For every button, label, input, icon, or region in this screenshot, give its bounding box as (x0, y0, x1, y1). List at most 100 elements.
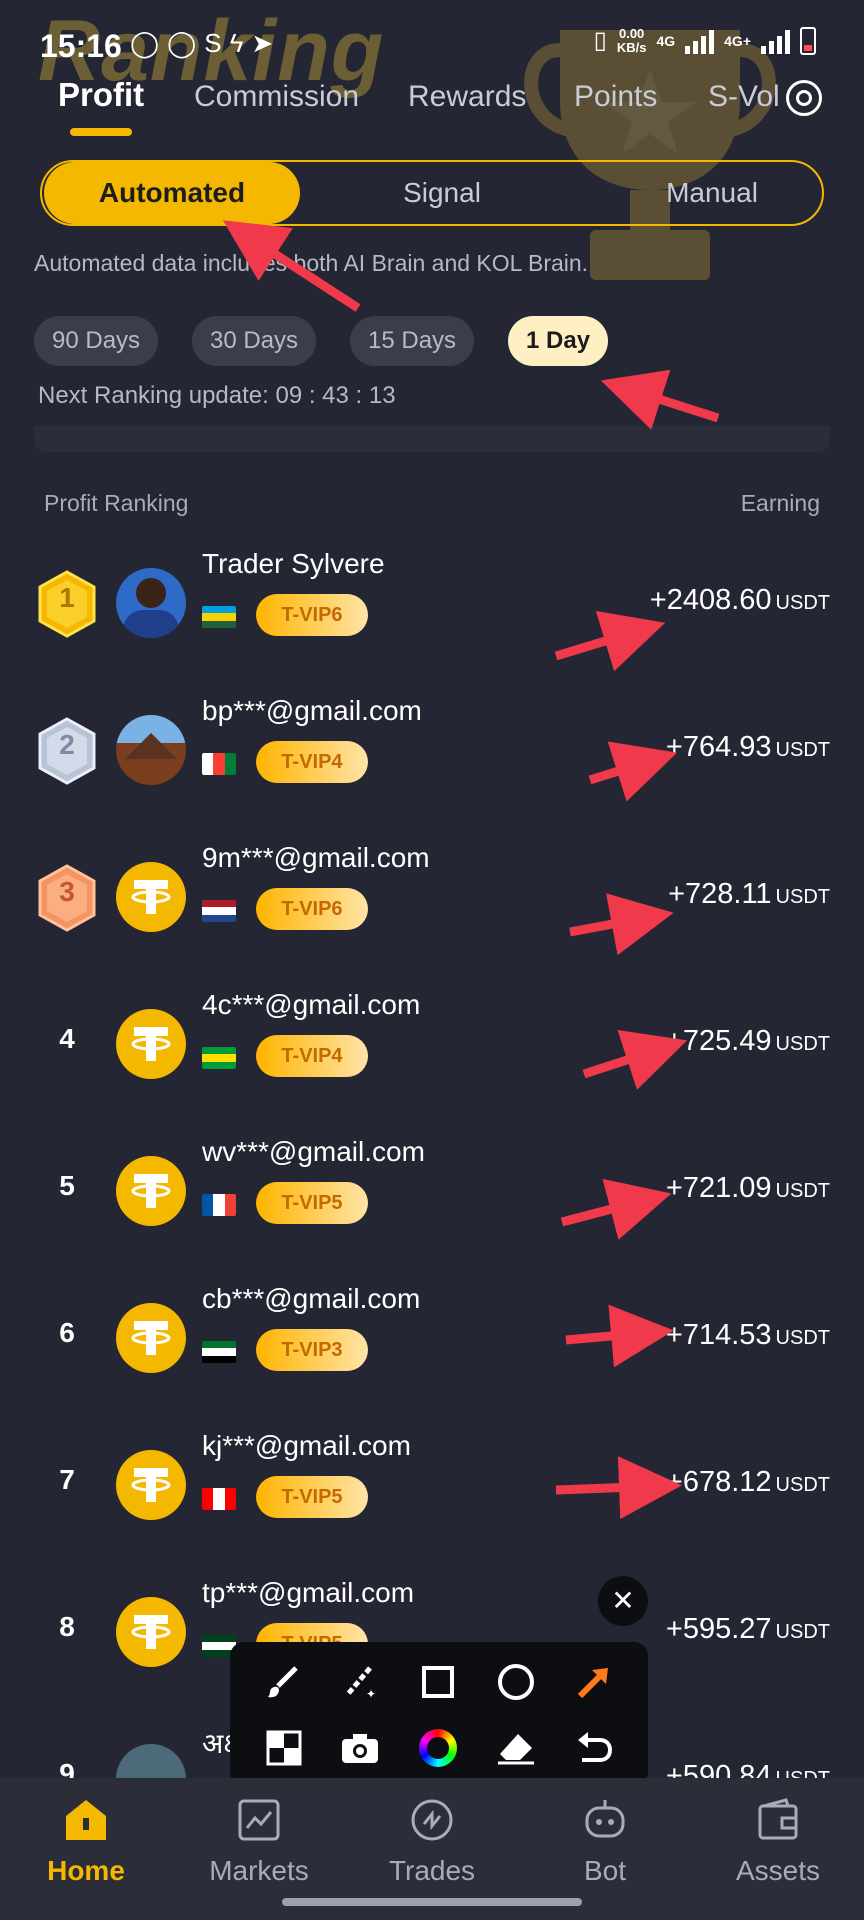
settings-icon[interactable] (786, 80, 822, 116)
country-flag-icon (202, 900, 236, 922)
earning-value: +721.09 USDT (665, 1172, 830, 1204)
card-divider (34, 426, 830, 452)
earning-value: +728.11 USDT (668, 878, 830, 910)
user-name: Trader Sylvere (202, 548, 385, 579)
country-flag-icon (202, 753, 236, 775)
list-header-ranking: Profit Ranking (44, 490, 189, 516)
toolbar-close-button[interactable]: ✕ (598, 1576, 648, 1626)
period-1-day[interactable]: 1 Day (508, 316, 609, 366)
ranking-tabs: Profit Commission Rewards Points S-Vol (0, 76, 864, 136)
brush-icon[interactable] (258, 1656, 310, 1708)
tab-points[interactable]: Points (574, 80, 657, 114)
table-row[interactable]: 6 cb***@gmail.com T-VIP3 +714.53 USDT (0, 1283, 864, 1423)
country-flag-icon (202, 606, 236, 628)
country-flag-icon (202, 1194, 236, 1216)
table-row[interactable]: 3 9m***@gmail.com T-VIP6 +728.11 USDT (0, 842, 864, 982)
avatar (116, 568, 186, 638)
user-name: 4c***@gmail.com (202, 989, 421, 1020)
vip-badge: T-VIP6 (256, 594, 368, 636)
markets-icon (238, 1799, 280, 1841)
country-flag-icon (202, 1341, 236, 1363)
user-name: 9m***@gmail.com (202, 842, 430, 873)
vip-badge: T-VIP5 (256, 1476, 368, 1518)
tab-rewards[interactable]: Rewards (408, 80, 526, 114)
tab-commission[interactable]: Commission (194, 80, 359, 114)
avatar (116, 715, 186, 785)
svg-text:✦: ✦ (366, 1687, 376, 1701)
vip-badge: T-VIP4 (256, 741, 368, 783)
tab-profit[interactable]: Profit (58, 76, 144, 114)
vip-badge: T-VIP5 (256, 1182, 368, 1224)
rank-number: 3 (59, 876, 75, 907)
arrow-1-day (600, 369, 720, 430)
country-flag-icon (202, 1488, 236, 1510)
country-flag-icon (202, 1047, 236, 1069)
rank-number: 1 (59, 582, 75, 613)
user-name: tp***@gmail.com (202, 1577, 415, 1608)
segment-signal[interactable]: Signal (342, 162, 542, 224)
rank-number: 6 (59, 1317, 75, 1348)
vip-badge: T-VIP6 (256, 888, 368, 930)
table-row[interactable]: 1 Trader Sylvere T-VIP6 +2408.60 USDT (0, 548, 864, 688)
clock: 15:16 (40, 28, 122, 64)
earning-value: +764.93 USDT (665, 731, 830, 763)
earning-value: +678.12 USDT (665, 1466, 830, 1498)
rank-number: 8 (59, 1611, 75, 1642)
list-header-earning: Earning (740, 490, 820, 516)
messenger-icon: ϟ (229, 28, 244, 58)
skype-icon: S (204, 28, 222, 58)
earning-value: +714.53 USDT (665, 1319, 830, 1351)
signal-icon (685, 28, 715, 54)
table-row[interactable]: 5 wv***@gmail.com T-VIP5 +721.09 USDT (0, 1136, 864, 1276)
whatsapp-icon: ◯ (130, 28, 160, 58)
trades-icon (411, 1799, 453, 1841)
telegram-icon: ➤ (251, 28, 274, 58)
earning-value: +725.49 USDT (665, 1025, 830, 1057)
period-90-days[interactable]: 90 Days (34, 316, 159, 366)
rank-number: 7 (59, 1464, 75, 1495)
description-text: Automated data includes both AI Brain an… (34, 250, 589, 276)
tab-svol[interactable]: S-Vol (708, 80, 780, 114)
nav-bot[interactable]: Bot (535, 1798, 675, 1887)
bot-icon (585, 1800, 625, 1838)
mode-segmented-control: Automated Signal Manual (40, 160, 824, 226)
camera-icon[interactable] (334, 1722, 386, 1774)
table-row[interactable]: 2 bp***@gmail.com T-VIP4 +764.93 USDT (0, 695, 864, 835)
undo-icon[interactable] (568, 1722, 620, 1774)
table-row[interactable]: 7 kj***@gmail.com T-VIP5 +678.12 USDT (0, 1430, 864, 1570)
segment-manual[interactable]: Manual (612, 162, 812, 224)
mosaic-icon[interactable] (258, 1722, 310, 1774)
net-speed: 0.00 KB/s (616, 25, 647, 55)
whatsapp-business-icon: ◯ (167, 28, 197, 58)
user-name: kj***@gmail.com (202, 1430, 411, 1461)
earning-value: +595.27 USDT (665, 1613, 830, 1645)
next-update-countdown: Next Ranking update: 09 : 43 : 13 (38, 382, 396, 409)
gesture-bar (282, 1898, 582, 1906)
arrow-tool-icon[interactable] (568, 1656, 620, 1708)
segment-automated[interactable]: Automated (44, 162, 300, 224)
user-name: bp***@gmail.com (202, 695, 422, 726)
tether-icon (116, 1597, 186, 1667)
nav-assets[interactable]: Assets (708, 1798, 848, 1887)
period-15-days[interactable]: 15 Days (350, 316, 475, 366)
nav-markets[interactable]: Markets (189, 1798, 329, 1887)
rectangle-icon[interactable] (412, 1656, 464, 1708)
tether-icon (116, 1009, 186, 1079)
wallet-icon (758, 1798, 798, 1840)
user-name: cb***@gmail.com (202, 1283, 421, 1314)
rank-number: 2 (59, 729, 75, 760)
active-tab-indicator (70, 128, 132, 136)
period-30-days[interactable]: 30 Days (192, 316, 317, 366)
signal-icon-2 (761, 28, 790, 54)
color-picker-icon[interactable] (412, 1722, 464, 1774)
eraser-icon[interactable] (490, 1722, 542, 1774)
nav-trades[interactable]: Trades (362, 1798, 502, 1887)
tether-icon (116, 862, 186, 932)
notification-icons: ◯ ◯ S ϟ ➤ (130, 28, 273, 59)
annotation-toolbar: ✦ (230, 1642, 648, 1786)
rank-number: 5 (59, 1170, 75, 1201)
circle-icon[interactable] (490, 1656, 542, 1708)
table-row[interactable]: 4 4c***@gmail.com T-VIP4 +725.49 USDT (0, 989, 864, 1129)
nav-home[interactable]: Home (16, 1798, 156, 1887)
magic-wand-icon[interactable]: ✦ (334, 1656, 386, 1708)
